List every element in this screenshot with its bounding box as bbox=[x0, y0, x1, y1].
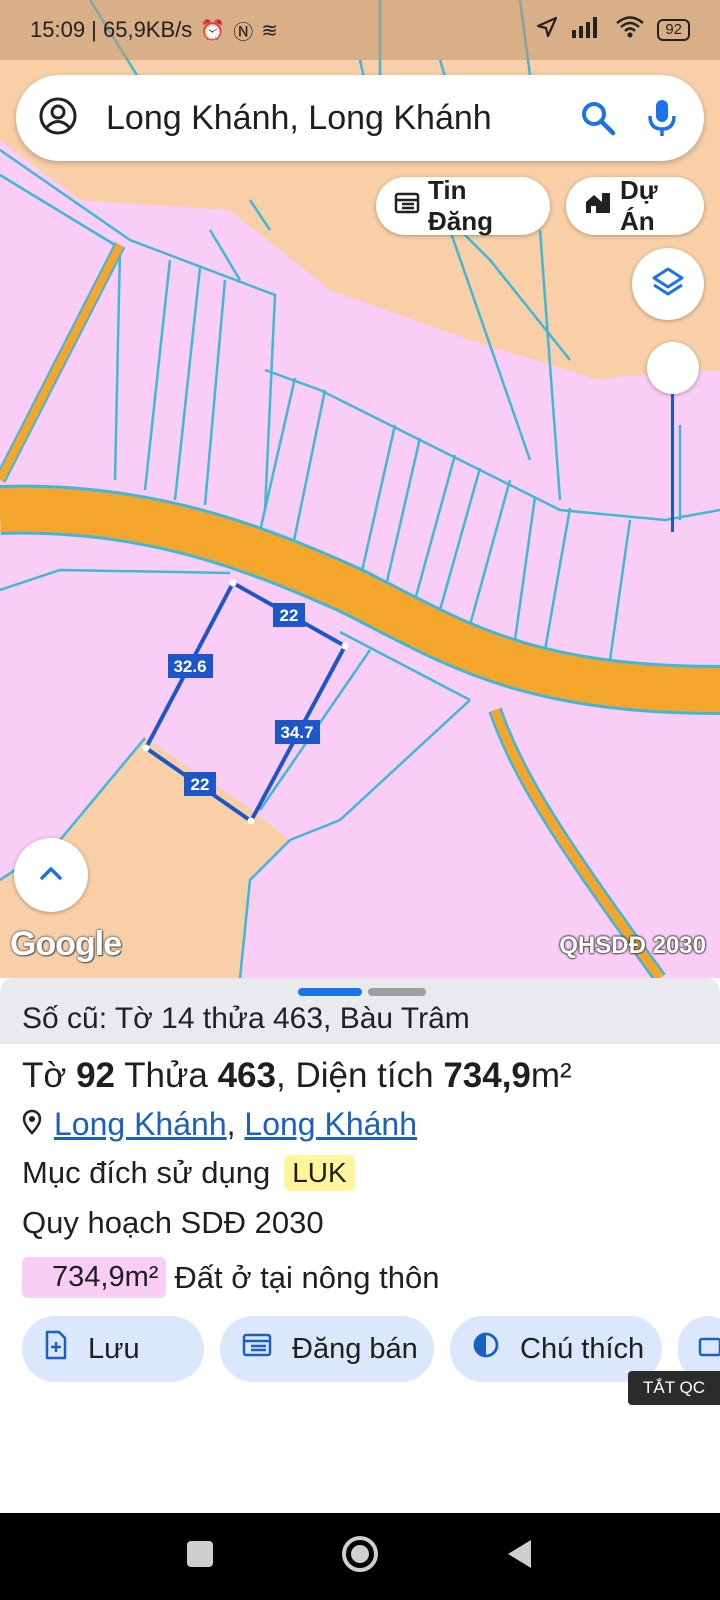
contrast-icon bbox=[472, 1331, 500, 1367]
status-right: 92 bbox=[535, 15, 690, 45]
area-label: , Diện tích bbox=[276, 1056, 434, 1095]
navigation-bar bbox=[0, 1513, 720, 1600]
action-buttons: Lưu Đăng bán Chú thích bbox=[22, 1316, 720, 1382]
edge-label-top-text: 22 bbox=[280, 606, 299, 625]
location-pin-icon bbox=[22, 1106, 42, 1143]
edge-label-bottom-text: 22 bbox=[191, 775, 210, 794]
search-bar[interactable]: Long Khánh, Long Khánh bbox=[16, 75, 704, 161]
location-separator: , bbox=[226, 1106, 236, 1142]
parcel-vertex bbox=[247, 817, 255, 825]
listing-icon bbox=[394, 191, 420, 222]
app-icon: ≋ bbox=[261, 19, 278, 42]
recents-icon bbox=[185, 1539, 215, 1574]
tin-dang-label: Tin Đăng bbox=[428, 175, 493, 236]
recents-button[interactable] bbox=[175, 1532, 225, 1582]
listing-icon bbox=[242, 1332, 272, 1366]
sheet-handle-active[interactable] bbox=[298, 988, 362, 996]
area-value: 734,9 bbox=[443, 1056, 531, 1095]
home-button[interactable] bbox=[335, 1532, 385, 1582]
file-add-icon bbox=[44, 1330, 68, 1368]
disable-ads-tag[interactable]: TẮT QC bbox=[628, 1371, 720, 1405]
save-label: Lưu bbox=[88, 1332, 140, 1365]
map-layer-watermark: QHSDĐ 2030 bbox=[559, 932, 706, 959]
opacity-slider-thumb[interactable] bbox=[647, 342, 699, 394]
sheet-handle-inactive[interactable] bbox=[368, 988, 426, 996]
post-sale-label: Đăng bán bbox=[292, 1332, 418, 1365]
area-unit: m² bbox=[530, 1056, 572, 1095]
purpose-code-badge: LUK bbox=[284, 1155, 355, 1191]
edge-label-right: 34.7 bbox=[275, 720, 320, 744]
battery-icon: 92 bbox=[657, 19, 690, 41]
parcel-number-value: 463 bbox=[217, 1056, 276, 1095]
tin-dang-chip[interactable]: Tin Đăng bbox=[376, 175, 550, 236]
back-icon bbox=[505, 1538, 535, 1575]
building-icon bbox=[584, 191, 612, 222]
status-time-speed: 15:09 | 65,9KB/s bbox=[30, 17, 193, 42]
edge-label-top: 22 bbox=[273, 603, 305, 627]
chevron-up-icon bbox=[38, 864, 64, 887]
status-left: 15:09 | 65,9KB/s ⏰ Ⓝ ≋ bbox=[30, 16, 278, 45]
parcel-number-label: Thửa bbox=[124, 1056, 208, 1095]
location-arrow-icon bbox=[535, 15, 559, 45]
nfc-icon: Ⓝ bbox=[233, 21, 254, 44]
home-icon bbox=[340, 1534, 380, 1579]
planning-area-desc: Đất ở tại nông thôn bbox=[174, 1259, 440, 1295]
parcel-summary: Tờ 92 Thửa 463, Diện tích 734,9m² bbox=[22, 1056, 698, 1096]
sheet-number-label: Tờ bbox=[22, 1056, 67, 1095]
post-sale-button[interactable]: Đăng bán bbox=[220, 1316, 434, 1382]
district-link[interactable]: Long Khánh bbox=[54, 1106, 227, 1142]
parcel-info-sheet[interactable]: Số cũ: Tờ 14 thửa 463, Bàu Trâm Tờ 92 Th… bbox=[0, 978, 720, 1513]
legend-label: Chú thích bbox=[520, 1332, 645, 1365]
back-button[interactable] bbox=[495, 1532, 545, 1582]
signal-icon bbox=[571, 16, 603, 44]
sheet-handle[interactable] bbox=[298, 988, 426, 996]
land-use-purpose: Mục đích sử dụng LUK bbox=[22, 1155, 698, 1191]
search-input[interactable]: Long Khánh, Long Khánh bbox=[106, 99, 554, 138]
wifi-icon bbox=[615, 15, 645, 45]
mic-icon[interactable] bbox=[642, 98, 682, 138]
status-bar: 15:09 | 65,9KB/s ⏰ Ⓝ ≋ 92 bbox=[0, 0, 720, 60]
edge-label-left-text: 32.6 bbox=[173, 657, 206, 676]
parcel-vertex bbox=[142, 744, 150, 752]
commune-link[interactable]: Long Khánh bbox=[244, 1106, 417, 1142]
location-line: Long Khánh, Long Khánh bbox=[22, 1106, 698, 1143]
du-an-label: Dự Án bbox=[620, 175, 658, 236]
planning-area-row: 734,9m² Đất ở tại nông thôn bbox=[22, 1257, 698, 1298]
parcel-vertex bbox=[341, 642, 349, 650]
planning-label: Quy hoạch SDĐ 2030 bbox=[22, 1205, 324, 1240]
planning-area-chip: 734,9m² bbox=[22, 1257, 167, 1298]
edge-label-left: 32.6 bbox=[168, 654, 213, 678]
layers-button[interactable] bbox=[632, 248, 704, 320]
layers-icon bbox=[651, 265, 685, 304]
sheet-number-value: 92 bbox=[76, 1056, 116, 1095]
google-logo: Google bbox=[10, 925, 122, 963]
edge-label-bottom: 22 bbox=[184, 772, 216, 796]
parcel-vertex bbox=[229, 579, 237, 587]
add-photo-icon bbox=[696, 1331, 720, 1367]
account-icon[interactable] bbox=[38, 96, 78, 141]
purpose-label: Mục đích sử dụng bbox=[22, 1155, 271, 1190]
du-an-chip[interactable]: Dự Án bbox=[566, 175, 704, 236]
save-button[interactable]: Lưu bbox=[22, 1316, 204, 1382]
edge-label-right-text: 34.7 bbox=[280, 723, 313, 742]
alarm-icon: ⏰ bbox=[200, 19, 226, 42]
search-icon[interactable] bbox=[578, 98, 618, 138]
expand-sheet-button[interactable] bbox=[14, 838, 88, 912]
